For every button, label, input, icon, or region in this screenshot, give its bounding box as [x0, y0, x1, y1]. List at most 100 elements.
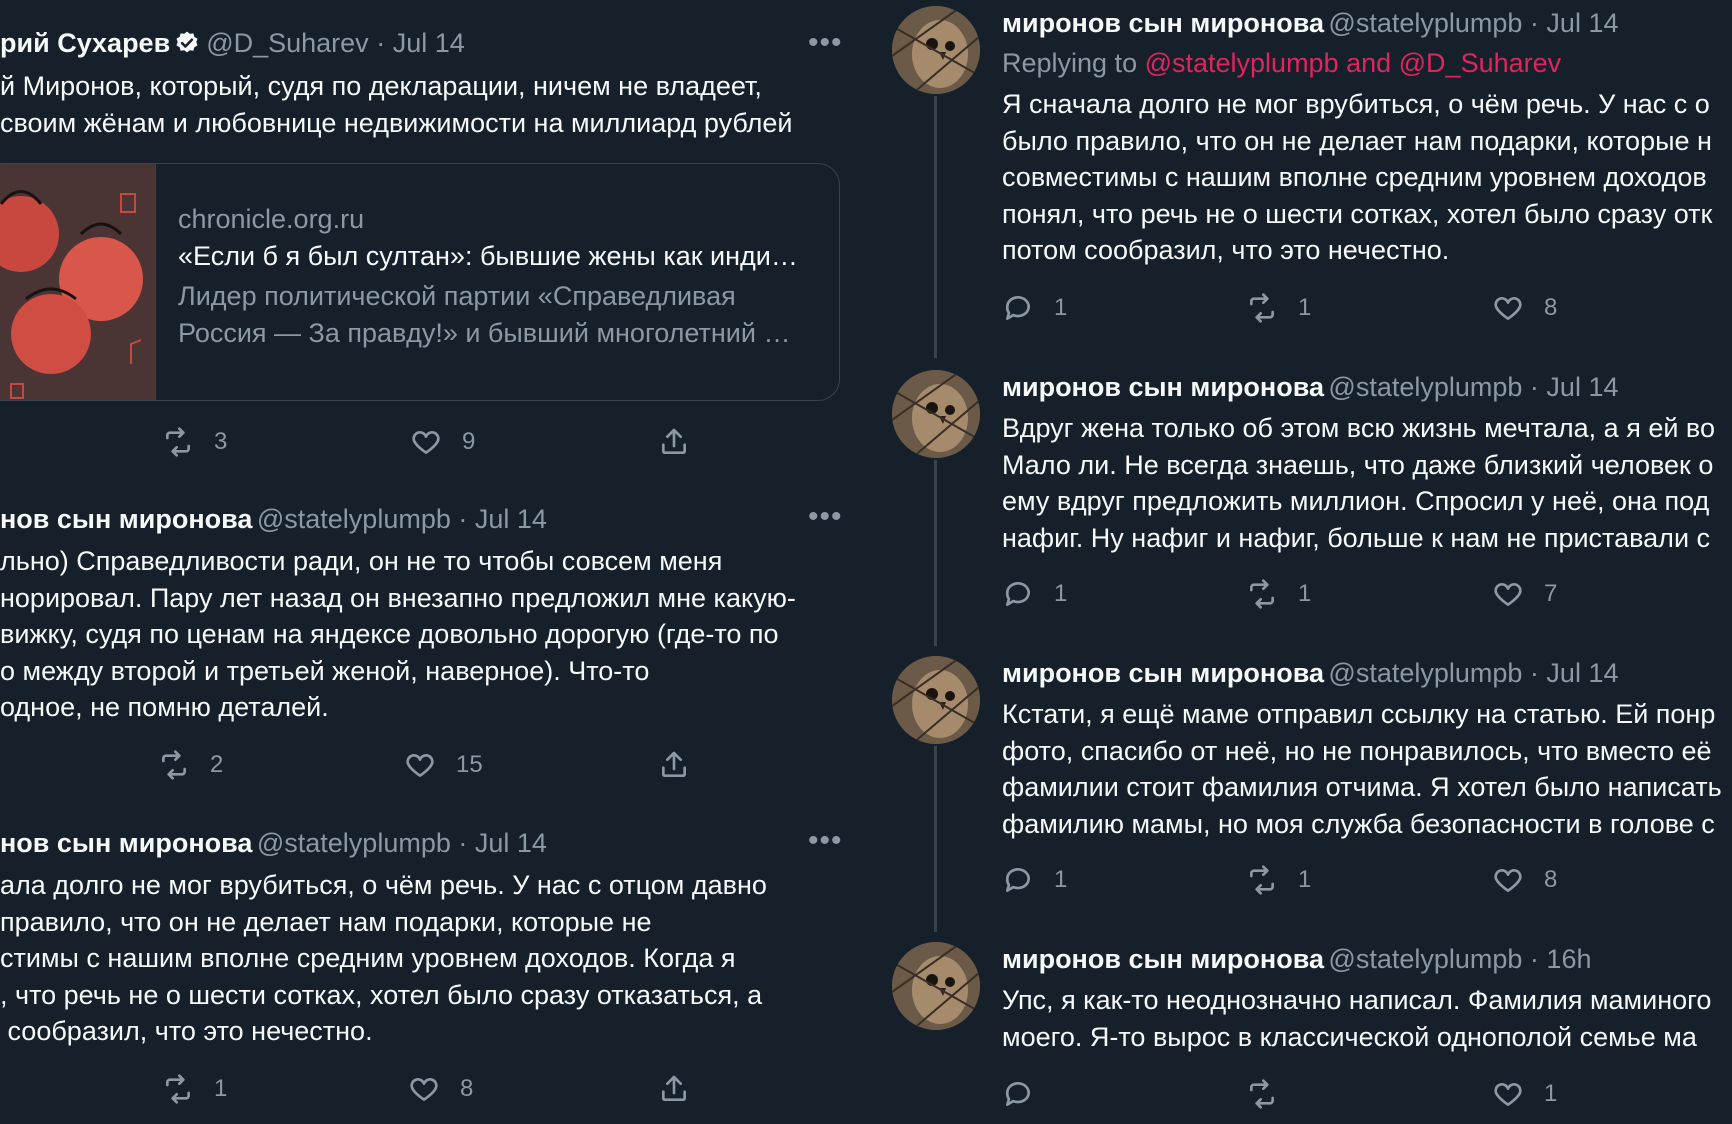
right-panel: миронов сын миронова @statelyplumpb · Ju… [875, 0, 1732, 1124]
heart-icon [1494, 583, 1522, 606]
retweet-icon [1250, 1079, 1274, 1109]
owl-avatar-icon [892, 656, 980, 744]
tweet-text-line: сообразил, что это нечестно. [0, 1016, 373, 1046]
share-button[interactable] [658, 426, 690, 458]
author-name[interactable]: миронов сын миронова [1002, 658, 1324, 688]
avatar[interactable] [892, 6, 980, 94]
tweet-text-line: й Миронов, который, судя по декларации, … [0, 71, 762, 101]
avatar[interactable] [892, 370, 980, 458]
author-handle[interactable]: @statelyplumpb [1328, 658, 1522, 688]
retweet-button[interactable]: 3 [162, 426, 227, 458]
link-preview-image [0, 164, 156, 400]
tweet-text-line: Упс, я как-то неоднозначно написал. Фами… [1002, 985, 1712, 1015]
author-handle[interactable]: @D_Suharev [206, 28, 369, 58]
author-handle[interactable]: @statelyplumpb [257, 828, 451, 858]
separator-dot: · [450, 828, 475, 858]
tweet-text-line: нафиг. Ну нафиг и нафиг, больше к нам не… [1002, 522, 1711, 553]
author-name[interactable]: миронов сын миронова [1002, 8, 1324, 38]
owl-avatar-icon [892, 370, 980, 458]
tweet-text-line: Вдруг жена только об этом всю жизнь мечт… [1002, 413, 1715, 443]
author-handle[interactable]: @statelyplumpb [257, 504, 451, 534]
author-name[interactable]: рий Сухарев [0, 28, 170, 58]
tweet-text: Вдруг жена только об этом всю жизнь мечт… [1002, 410, 1715, 556]
tweet-date[interactable]: Jul 14 [475, 828, 547, 858]
retweet-count: 1 [1298, 580, 1312, 607]
author-handle[interactable]: @statelyplumpb [1328, 372, 1522, 402]
replying-to-link[interactable]: @statelyplumpb and @D_Suharev [1145, 48, 1562, 78]
verified-badge-icon [174, 30, 200, 56]
like-button[interactable]: 15 [404, 749, 483, 781]
tweet-header: нов сын миронова @statelyplumpb · Jul 14 [0, 828, 547, 859]
retweet-button[interactable] [1246, 1078, 1278, 1110]
more-options-icon[interactable]: ••• [808, 500, 843, 534]
left-panel: рий Сухарев @D_Suharev · Jul 14 ••• й Мир… [0, 0, 875, 1124]
separator-dot: · [450, 504, 475, 534]
tweet-text-line: фамилии стоит фамилия отчима. Я хотел бы… [1002, 772, 1722, 802]
retweet-count: 1 [1298, 294, 1312, 321]
like-button[interactable]: 8 [408, 1073, 473, 1105]
tweet-text-line: понял, что речь не о шести сотках, хотел… [1002, 198, 1713, 229]
link-preview-card[interactable]: chronicle.org.ru «Если б я был султан»: … [0, 163, 840, 401]
author-name[interactable]: нов сын миронова [0, 504, 252, 534]
tweet-date[interactable]: Jul 14 [1546, 372, 1618, 402]
separator-dot: · [1522, 944, 1547, 974]
heart-icon [410, 1078, 438, 1101]
tweet-text-line: ему вдруг предложить миллион. Спросил у … [1002, 486, 1710, 516]
more-options-icon[interactable]: ••• [808, 26, 843, 60]
retweet-button[interactable]: 1 [1246, 864, 1311, 896]
retweet-button[interactable]: 1 [1246, 292, 1311, 324]
tweet-date[interactable]: Jul 14 [1546, 8, 1618, 38]
heart-icon [1494, 297, 1522, 320]
retweet-button[interactable]: 2 [158, 749, 223, 781]
like-button[interactable]: 8 [1492, 292, 1557, 324]
tweet-date[interactable]: 16h [1546, 944, 1591, 974]
author-handle[interactable]: @statelyplumpb [1328, 944, 1522, 974]
tweet-date[interactable]: Jul 14 [1546, 658, 1618, 688]
like-button[interactable]: 1 [1492, 1078, 1557, 1110]
retweet-icon [1250, 579, 1274, 609]
tweet-text-line: правило, что он не делает нам подарки, к… [0, 906, 652, 937]
reply-button[interactable]: 1 [1002, 292, 1067, 324]
more-options-icon[interactable]: ••• [808, 824, 843, 858]
retweet-icon [166, 1074, 190, 1104]
share-button[interactable] [658, 1073, 690, 1105]
separator-dot: · [1522, 372, 1547, 402]
like-button[interactable]: 9 [410, 426, 475, 458]
tweet-header: миронов сын миронова @statelyplumpb · 16… [1002, 944, 1591, 975]
replying-to-label: Replying to [1002, 48, 1145, 78]
author-name[interactable]: миронов сын миронова [1002, 944, 1324, 974]
reply-button[interactable]: 1 [1002, 864, 1067, 896]
tweet-text-line: совместимы с нашим вполне средним уровне… [1002, 162, 1707, 192]
author-name[interactable]: нов сын миронова [0, 828, 252, 858]
heart-icon [412, 431, 440, 454]
tweet-text-line: Я сначала долго не мог врубиться, о чём … [1002, 89, 1710, 119]
tweet-text-line: льно) Справедливости ради, он не то чтоб… [0, 546, 723, 576]
avatar[interactable] [892, 656, 980, 744]
like-count: 7 [1544, 580, 1558, 607]
tweet-text-line: было правило, что он не делает нам подар… [1002, 125, 1712, 156]
reply-icon [1005, 582, 1030, 606]
tweet-text-line: моего. Я-то вырос в классической однопол… [1002, 1021, 1697, 1052]
tweet-text-line: ала долго не мог врубиться, о чём речь. … [0, 870, 767, 900]
retweet-button[interactable]: 1 [1246, 578, 1311, 610]
retweet-button[interactable]: 1 [162, 1073, 227, 1105]
replying-to: Replying to @statelyplumpb and @D_Suhare… [1002, 48, 1561, 79]
tweet-header: рий Сухарев @D_Suharev · Jul 14 [0, 28, 465, 59]
heart-icon [406, 754, 434, 777]
tweet-header: нов сын миронова @statelyplumpb · Jul 14 [0, 504, 547, 535]
retweet-icon [162, 750, 186, 780]
like-button[interactable]: 7 [1492, 578, 1557, 610]
avatar[interactable] [892, 942, 980, 1030]
like-count: 8 [460, 1075, 474, 1102]
reply-count: 1 [1054, 294, 1068, 321]
author-handle[interactable]: @statelyplumpb [1328, 8, 1522, 38]
author-name[interactable]: миронов сын миронова [1002, 372, 1324, 402]
tweet-date[interactable]: Jul 14 [475, 504, 547, 534]
share-button[interactable] [658, 749, 690, 781]
reply-icon [1005, 296, 1030, 320]
tweet-date[interactable]: Jul 14 [393, 28, 465, 58]
like-button[interactable]: 8 [1492, 864, 1557, 896]
reply-button[interactable]: 1 [1002, 578, 1067, 610]
reply-button[interactable] [1002, 1078, 1034, 1110]
tweet-header: миронов сын миронова @statelyplumpb · Ju… [1002, 372, 1618, 403]
